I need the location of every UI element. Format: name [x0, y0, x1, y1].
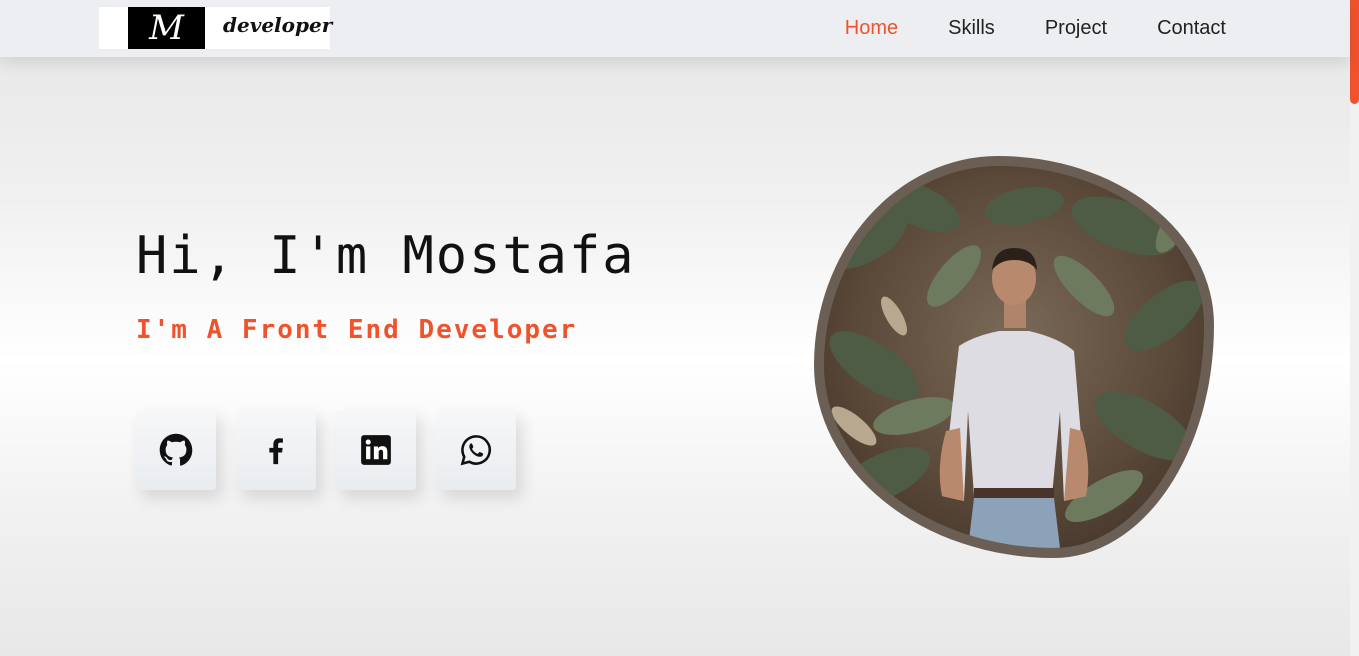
- nav-link-home[interactable]: Home: [845, 17, 898, 40]
- github-button[interactable]: [136, 410, 216, 490]
- facebook-button[interactable]: [236, 410, 316, 490]
- logo-mark: M: [128, 7, 205, 49]
- linkedin-icon: [359, 433, 393, 467]
- whatsapp-button[interactable]: [436, 410, 516, 490]
- logo-text: developer: [223, 13, 333, 37]
- logo[interactable]: M developer: [99, 7, 333, 49]
- nav-link-contact[interactable]: Contact: [1157, 17, 1226, 40]
- scrollbar[interactable]: [1350, 0, 1359, 656]
- nav-links: Home Skills Project Contact: [795, 0, 1226, 57]
- github-icon: [159, 433, 193, 467]
- social-links: [136, 410, 536, 490]
- hero-subtitle: I'm A Front End Developer: [136, 315, 578, 345]
- scrollbar-thumb[interactable]: [1350, 0, 1359, 104]
- hero-title: Hi, I'm Mostafa: [136, 226, 636, 286]
- facebook-icon: [259, 433, 293, 467]
- whatsapp-icon: [459, 433, 493, 467]
- nav-link-project[interactable]: Project: [1045, 17, 1107, 40]
- navbar: M developer Home Skills Project Contact: [0, 0, 1350, 57]
- profile-photo: [814, 156, 1214, 558]
- nav-link-skills[interactable]: Skills: [948, 17, 995, 40]
- linkedin-button[interactable]: [336, 410, 416, 490]
